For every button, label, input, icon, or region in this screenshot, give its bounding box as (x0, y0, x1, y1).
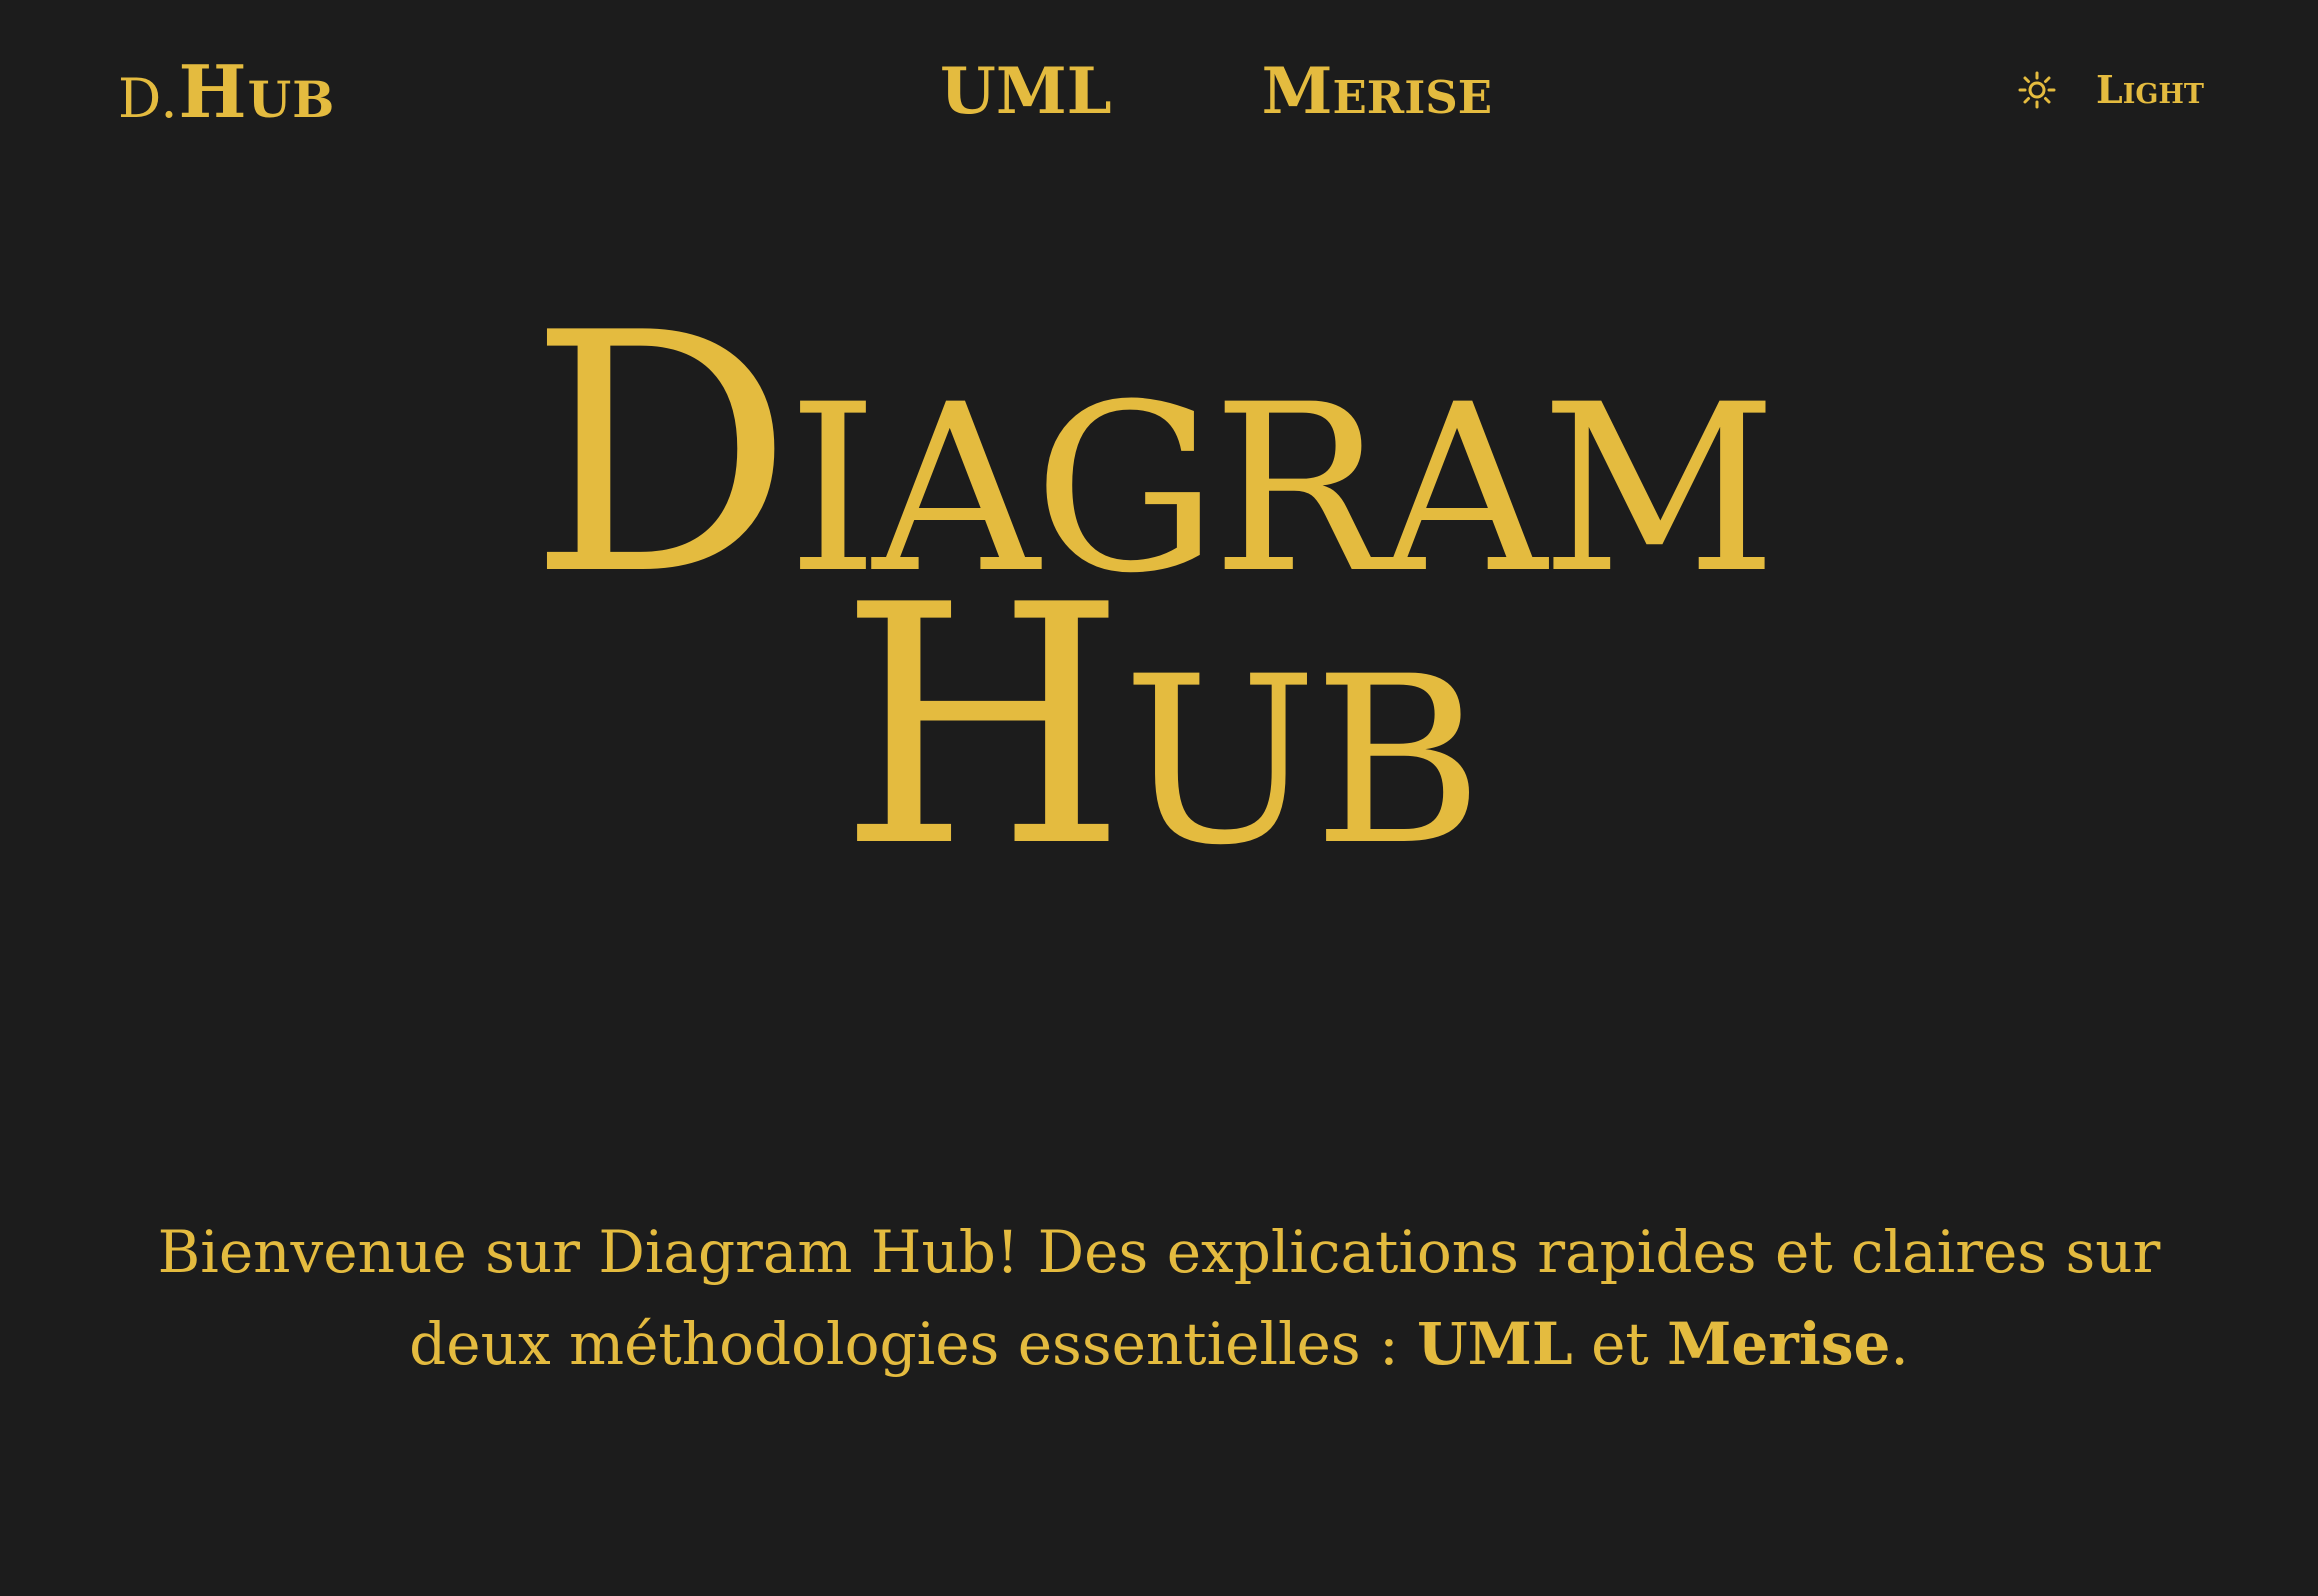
hero-title: Diagram Hub (0, 290, 2318, 892)
sun-icon (2018, 71, 2056, 109)
hero-title-line-2: Hub (838, 535, 1483, 919)
intro-merise: Merise (1667, 1310, 1891, 1378)
nav-link-uml[interactable]: UML (940, 52, 1112, 132)
intro-end: . (1890, 1310, 1909, 1378)
logo-home-link[interactable]: D.Hub (118, 52, 335, 139)
main-nav: UML Merise (940, 52, 1492, 132)
logo-prefix: D. (118, 67, 179, 130)
theme-toggle-button[interactable]: Light (2018, 62, 2204, 118)
logo-main: Hub (178, 49, 336, 134)
intro-paragraph: Bienvenue sur Diagram Hub! Des explicati… (150, 1206, 2168, 1390)
theme-toggle-label: Light (2095, 67, 2204, 112)
intro-middle: et (1572, 1310, 1668, 1378)
nav-link-merise[interactable]: Merise (1262, 52, 1492, 132)
site-header: D.Hub UML Merise Light (0, 0, 2318, 180)
intro-uml: UML (1417, 1310, 1573, 1378)
